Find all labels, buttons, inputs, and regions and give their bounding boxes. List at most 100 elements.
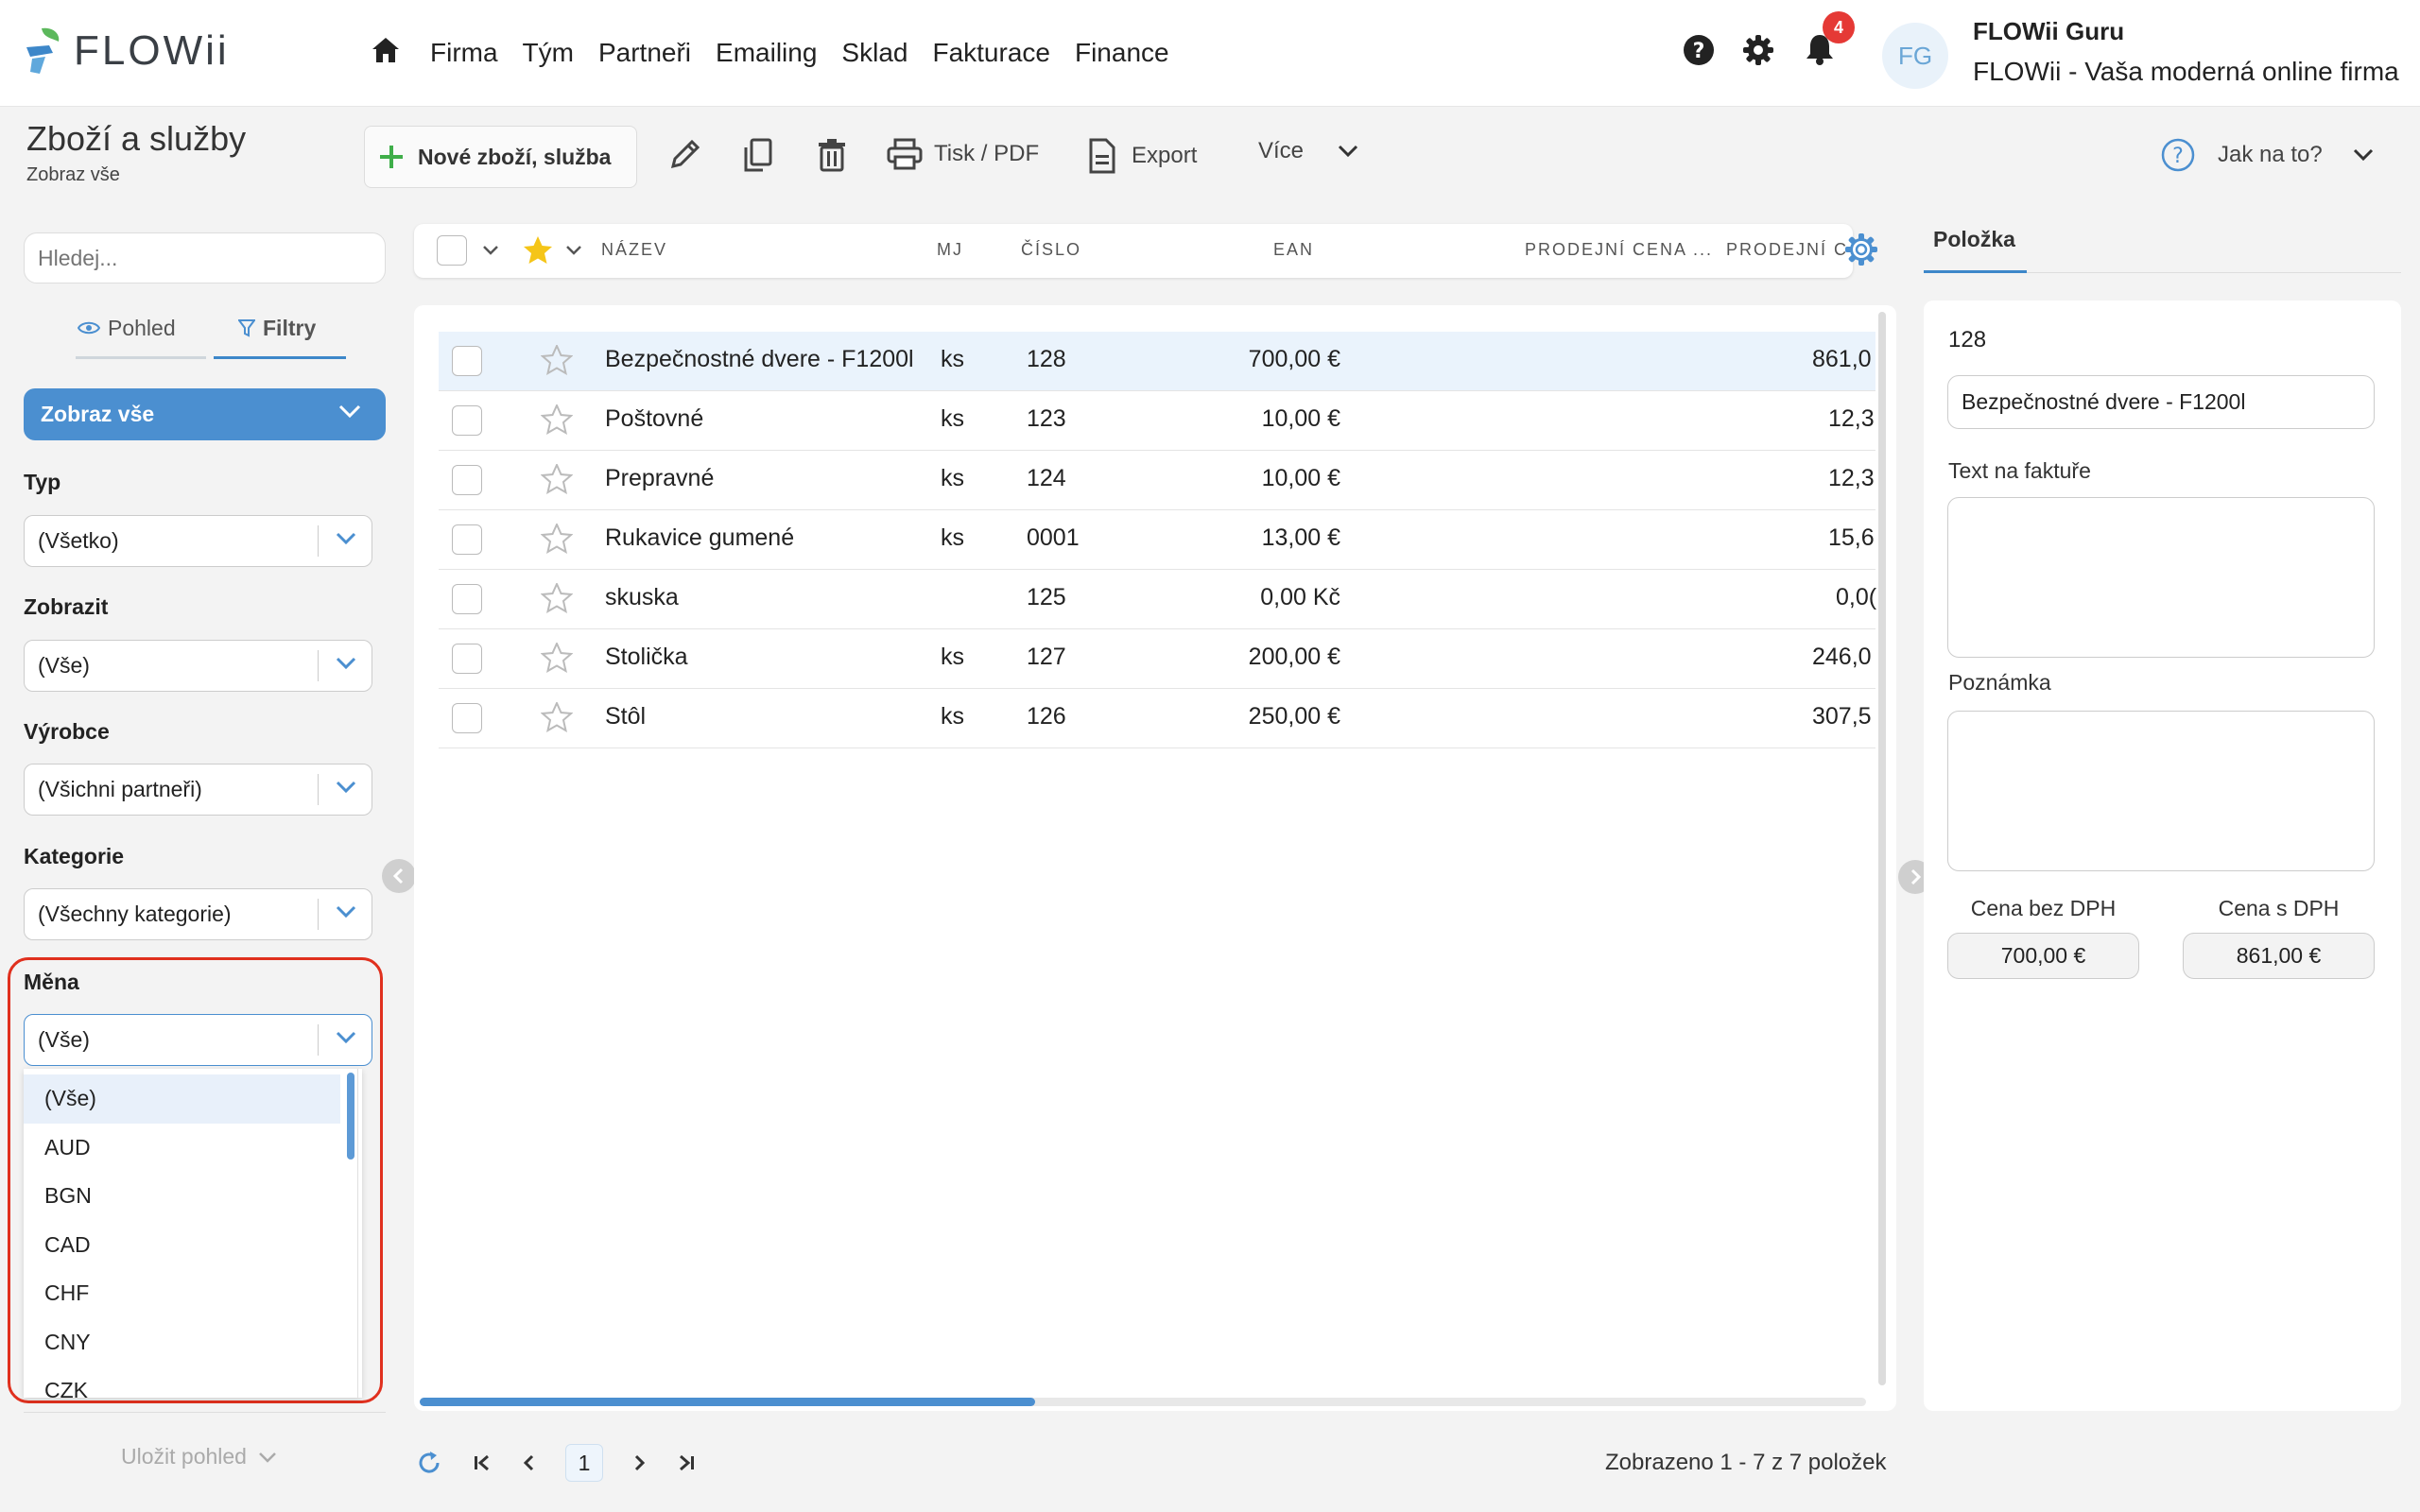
star-outline-icon[interactable]	[541, 524, 573, 554]
price-with-vat-field[interactable]: 861,00 €	[2183, 933, 2375, 979]
user-avatar[interactable]: FG	[1882, 23, 1948, 89]
cell-name: Bezpečnostné dvere - F1200l	[605, 346, 914, 372]
column-settings-gear-icon[interactable]	[1843, 232, 1879, 267]
tab-item-detail[interactable]: Položka	[1933, 227, 2015, 252]
select-all-checkbox[interactable]	[437, 235, 467, 266]
table-row[interactable]: Poštovné ks 123 10,00 € 12,3	[439, 391, 1876, 451]
tab-filters[interactable]: Filtry	[214, 316, 346, 359]
how-to-help-button[interactable]: ? Jak na to?	[2161, 138, 2374, 172]
first-page-icon[interactable]	[473, 1453, 492, 1472]
filter-currency-select[interactable]: (Vše)	[24, 1014, 372, 1066]
cell-code: 0001	[1027, 524, 1080, 551]
currency-option-czk[interactable]: CZK	[24, 1366, 340, 1398]
currency-option-cad[interactable]: CAD	[24, 1221, 340, 1270]
print-pdf-button[interactable]: Tisk / PDF	[887, 138, 1039, 170]
star-outline-icon[interactable]	[541, 643, 573, 673]
chevron-down-icon[interactable]	[482, 245, 499, 256]
new-item-button[interactable]: Nové zboží, služba	[364, 126, 637, 188]
column-header-price-vat[interactable]: PRODEJNÍ C	[1726, 240, 1848, 260]
currency-option-aud[interactable]: AUD	[24, 1124, 340, 1173]
chevron-down-icon[interactable]	[565, 245, 582, 256]
user-name[interactable]: FLOWii Guru	[1973, 17, 2124, 46]
tab-filters-label: Filtry	[263, 316, 317, 340]
price-with-vat-label: Cena s DPH	[2218, 896, 2340, 920]
next-page-icon[interactable]	[633, 1453, 647, 1472]
flowii-logo[interactable]: FLOWii	[25, 26, 230, 76]
collapse-sidebar-button[interactable]	[382, 859, 416, 893]
row-checkbox[interactable]	[452, 703, 482, 733]
edit-pencil-icon[interactable]	[667, 138, 701, 172]
nav-firma[interactable]: Firma	[430, 36, 498, 70]
previous-page-icon[interactable]	[522, 1453, 535, 1472]
cell-code: 127	[1027, 644, 1066, 670]
search-input[interactable]	[24, 232, 386, 284]
home-icon[interactable]	[371, 36, 401, 64]
dropdown-scrollbar[interactable]	[347, 1073, 354, 1160]
help-icon[interactable]: ?	[1683, 34, 1715, 66]
refresh-icon[interactable]	[416, 1450, 442, 1476]
row-checkbox[interactable]	[452, 584, 482, 614]
table-row[interactable]: Rukavice gumené ks 0001 13,00 € 15,6	[439, 510, 1876, 570]
grid-vertical-scrollbar[interactable]	[1878, 312, 1886, 1385]
filter-type-select[interactable]: (Všetko)	[24, 515, 372, 567]
price-without-vat-field[interactable]: 700,00 €	[1947, 933, 2139, 979]
table-row[interactable]: skuska 125 0,00 Kč 0,0(	[439, 570, 1876, 629]
star-outline-icon[interactable]	[541, 404, 573, 435]
currency-option-all[interactable]: (Vše)	[24, 1074, 340, 1124]
row-checkbox[interactable]	[452, 405, 482, 436]
cell-code: 124	[1027, 465, 1066, 491]
filter-manufacturer-select[interactable]: (Všichni partneři)	[24, 764, 372, 816]
row-checkbox[interactable]	[452, 644, 482, 674]
currency-option-cny[interactable]: CNY	[24, 1318, 340, 1367]
column-header-code[interactable]: ČÍSLO	[1021, 240, 1081, 260]
save-view-button[interactable]: Uložit pohled	[121, 1444, 277, 1469]
currency-option-chf[interactable]: CHF	[24, 1269, 340, 1318]
nav-finance[interactable]: Finance	[1075, 36, 1169, 70]
cell-code: 123	[1027, 405, 1066, 432]
row-checkbox[interactable]	[452, 346, 482, 376]
star-outline-icon[interactable]	[541, 464, 573, 494]
settings-gear-icon[interactable]	[1742, 34, 1774, 66]
currency-option-bgn[interactable]: BGN	[24, 1172, 340, 1221]
how-to-label: Jak na to?	[2218, 142, 2323, 167]
invoice-text-textarea[interactable]	[1947, 497, 2375, 658]
nav-partneri[interactable]: Partneři	[598, 36, 691, 70]
tab-view[interactable]: Pohled	[76, 316, 206, 359]
table-row[interactable]: Stolička ks 127 200,00 € 246,0	[439, 629, 1876, 689]
table-row[interactable]: Bezpečnostné dvere - F1200l ks 128 700,0…	[439, 332, 1876, 391]
cell-price: 700,00 €	[1248, 346, 1340, 372]
current-page[interactable]: 1	[565, 1444, 603, 1482]
row-checkbox[interactable]	[452, 524, 482, 555]
export-button[interactable]: Export	[1088, 138, 1197, 174]
column-header-name[interactable]: NÁZEV	[601, 240, 667, 260]
filter-show-select[interactable]: (Vše)	[24, 640, 372, 692]
copy-icon[interactable]	[742, 138, 774, 174]
filter-category-select[interactable]: (Všechny kategorie)	[24, 888, 372, 940]
column-header-ean[interactable]: EAN	[1273, 240, 1314, 260]
star-outline-icon[interactable]	[541, 345, 573, 375]
cell-price-vat: 861,0	[1812, 346, 1872, 372]
nav-emailing[interactable]: Emailing	[716, 36, 817, 70]
nav-fakturace[interactable]: Fakturace	[932, 36, 1050, 70]
more-actions-dropdown[interactable]: Více	[1258, 138, 1358, 164]
nav-sklad[interactable]: Sklad	[841, 36, 908, 70]
nav-tym[interactable]: Tým	[523, 36, 574, 70]
detail-name-field[interactable]: Bezpečnostné dvere - F1200l	[1947, 375, 2375, 429]
column-header-unit[interactable]: MJ	[937, 240, 963, 260]
row-checkbox[interactable]	[452, 465, 482, 495]
cell-price: 250,00 €	[1248, 703, 1340, 730]
show-all-dropdown[interactable]: Zobraz vše	[24, 388, 386, 440]
grid-horizontal-scrollbar[interactable]	[420, 1398, 1035, 1406]
star-outline-icon[interactable]	[541, 702, 573, 732]
star-outline-icon[interactable]	[541, 583, 573, 613]
table-row[interactable]: Prepravné ks 124 10,00 € 12,3	[439, 451, 1876, 510]
star-filled-icon[interactable]	[522, 235, 554, 266]
last-page-icon[interactable]	[677, 1453, 696, 1472]
table-row[interactable]: Stôl ks 126 250,00 € 307,5	[439, 689, 1876, 748]
filter-funnel-icon	[238, 319, 255, 337]
column-header-price[interactable]: PRODEJNÍ CENA ...	[1525, 240, 1713, 260]
logo-mark-icon	[26, 27, 60, 74]
save-view-label: Uložit pohled	[121, 1444, 247, 1469]
note-textarea[interactable]	[1947, 711, 2375, 871]
delete-trash-icon[interactable]	[817, 138, 847, 172]
